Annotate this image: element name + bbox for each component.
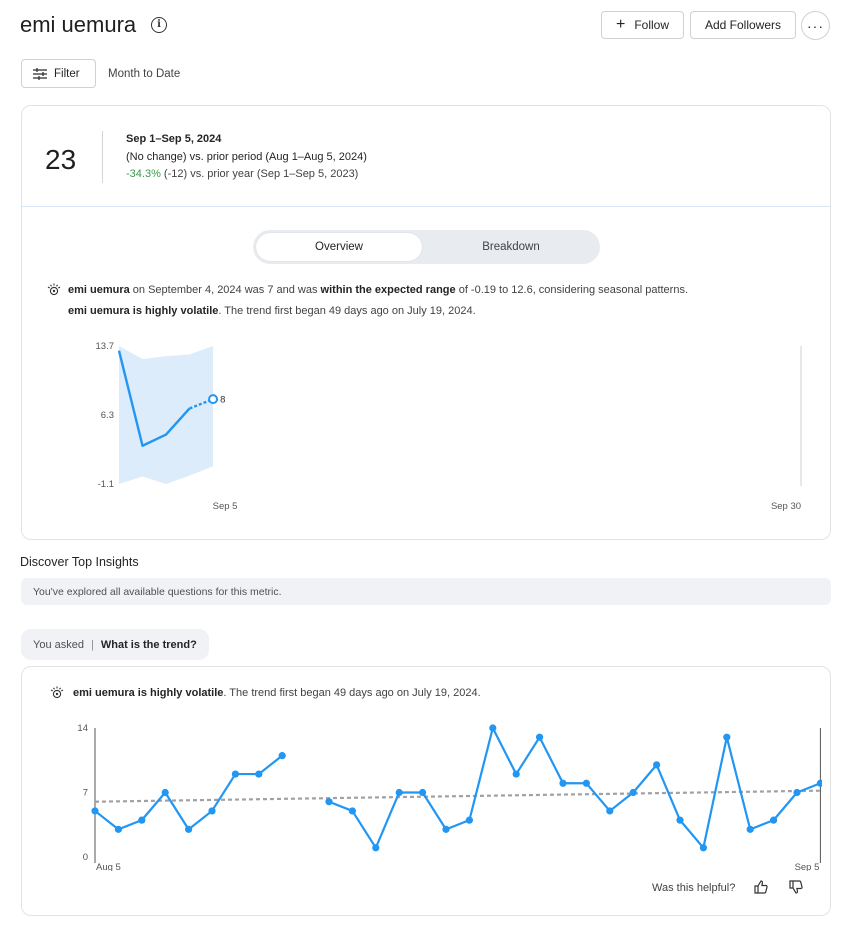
y-tick-label: 0 bbox=[83, 852, 88, 863]
volatility-text: . The trend first began 49 days ago on J… bbox=[218, 305, 476, 317]
insight-highlight: within the expected range bbox=[320, 284, 456, 296]
insight-bulb-icon bbox=[47, 283, 61, 296]
insight-expected-range: emi uemura on September 4, 2024 was 7 an… bbox=[68, 284, 688, 296]
insight-subject: emi uemura bbox=[68, 284, 130, 296]
y-tick-label: 6.3 bbox=[101, 410, 114, 421]
follow-label: Follow bbox=[634, 18, 670, 32]
asked-question: What is the trend? bbox=[100, 638, 197, 651]
expected-range-chart: 13.7 6.3 -1.1 8 Sep 5 Sep 30 bbox=[96, 341, 802, 512]
trend-chart: 14 7 0 Aug 5 Sep 5 bbox=[77, 723, 822, 871]
data-point bbox=[676, 816, 684, 824]
data-point bbox=[395, 788, 403, 797]
data-point bbox=[770, 816, 778, 824]
data-point bbox=[348, 807, 356, 815]
data-point bbox=[138, 816, 146, 824]
data-point bbox=[746, 825, 754, 833]
data-point bbox=[653, 761, 661, 769]
forecast-point bbox=[208, 394, 219, 405]
data-point bbox=[208, 807, 216, 815]
data-point bbox=[442, 825, 450, 833]
more-options-icon[interactable]: ··· bbox=[801, 11, 830, 40]
prior-year-detail: (-12) vs. prior year (Sep 1–Sep 5, 2023) bbox=[160, 168, 359, 180]
metric-card: 23 Sep 1–Sep 5, 2024 (No change) vs. pri… bbox=[21, 105, 831, 540]
discover-message-bar: You've explored all available questions … bbox=[21, 578, 831, 605]
filter-label: Filter bbox=[54, 67, 80, 80]
view-tabs: Overview Breakdown bbox=[253, 230, 600, 264]
trend-card: emi uemura is highly volatile. The trend… bbox=[21, 666, 831, 916]
kpi-prior-period: (No change) vs. prior period (Aug 1–Aug … bbox=[126, 151, 367, 163]
data-point bbox=[793, 788, 801, 797]
data-point bbox=[465, 816, 473, 824]
kpi-period: Sep 1–Sep 5, 2024 bbox=[126, 133, 222, 145]
y-tick-label: 7 bbox=[83, 788, 88, 799]
x-tick-label: Sep 30 bbox=[771, 501, 801, 512]
x-tick-label: Aug 5 bbox=[96, 862, 121, 871]
add-followers-button[interactable]: Add Followers bbox=[690, 11, 796, 39]
insight-text-b: of -0.19 to 12.6, considering seasonal p… bbox=[455, 284, 689, 296]
data-point bbox=[325, 798, 333, 806]
data-point bbox=[559, 779, 567, 787]
plus-icon: + bbox=[615, 16, 626, 33]
data-point bbox=[582, 779, 591, 787]
data-point bbox=[91, 807, 99, 815]
info-icon[interactable]: i bbox=[151, 17, 167, 33]
data-point bbox=[255, 770, 263, 778]
discover-title: Discover Top Insights bbox=[20, 555, 139, 569]
asked-separator: | bbox=[90, 638, 94, 651]
kpi-prior-year: -34.3% (-12) vs. prior year (Sep 1–Sep 5… bbox=[126, 168, 358, 180]
data-point bbox=[629, 788, 637, 797]
trend-line bbox=[94, 789, 821, 803]
series-line bbox=[94, 754, 283, 831]
asked-question-pill: You asked | What is the trend? bbox=[21, 629, 209, 660]
trend-insight: emi uemura is highly volatile. The trend… bbox=[73, 687, 481, 699]
trend-text: . The trend first began 49 days ago on J… bbox=[223, 687, 481, 699]
kpi-divider bbox=[102, 131, 103, 183]
insight-text-a: on September 4, 2024 was 7 and was bbox=[129, 284, 321, 296]
volatility-subject: emi uemura is highly volatile bbox=[68, 305, 219, 317]
page-title: emi uemura bbox=[20, 12, 137, 37]
asked-label: You asked bbox=[33, 638, 84, 651]
trend-subject: emi uemura is highly volatile bbox=[73, 687, 224, 699]
data-point bbox=[723, 733, 731, 741]
header: emi uemura i + Follow Add Followers ··· bbox=[20, 10, 840, 42]
insight-bulb-icon bbox=[50, 686, 64, 699]
data-point bbox=[185, 825, 193, 833]
filter-icon bbox=[33, 67, 47, 80]
data-point bbox=[161, 788, 169, 797]
card-divider bbox=[22, 206, 830, 207]
thumbs-down-icon[interactable] bbox=[788, 879, 804, 895]
date-range-label[interactable]: Month to Date bbox=[108, 68, 180, 80]
x-tick-label: Sep 5 bbox=[795, 862, 820, 871]
data-point bbox=[489, 724, 497, 732]
filter-button[interactable]: Filter bbox=[21, 59, 96, 88]
data-point bbox=[512, 770, 520, 778]
kpi-value: 23 bbox=[45, 144, 77, 175]
y-tick-label: 13.7 bbox=[96, 341, 115, 352]
discover-message: You've explored all available questions … bbox=[33, 586, 282, 598]
data-point bbox=[816, 779, 822, 787]
tab-breakdown[interactable]: Breakdown bbox=[425, 233, 597, 261]
y-tick-label: 14 bbox=[77, 723, 88, 734]
expected-range-band bbox=[119, 346, 214, 484]
helpful-prompt: Was this helpful? bbox=[652, 882, 736, 894]
data-point bbox=[536, 733, 544, 741]
insight-volatility: emi uemura is highly volatile. The trend… bbox=[68, 305, 476, 317]
prior-year-change: -34.3% bbox=[126, 168, 161, 180]
x-tick-label: Sep 5 bbox=[213, 501, 238, 512]
follow-button[interactable]: + Follow bbox=[601, 11, 684, 39]
data-point bbox=[606, 807, 614, 815]
tab-overview[interactable]: Overview bbox=[256, 233, 422, 261]
data-point bbox=[114, 825, 122, 833]
thumbs-up-icon[interactable] bbox=[753, 879, 769, 895]
data-point bbox=[372, 844, 380, 852]
data-point bbox=[278, 752, 286, 760]
data-point bbox=[231, 770, 239, 778]
y-tick-label: -1.1 bbox=[98, 479, 114, 490]
forecast-point-label: 8 bbox=[220, 395, 225, 406]
data-point bbox=[699, 844, 708, 852]
data-point bbox=[419, 788, 427, 797]
